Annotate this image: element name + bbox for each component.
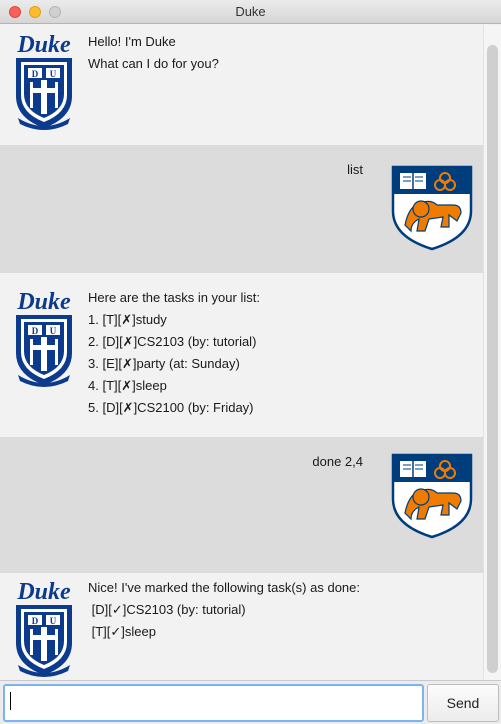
- task-item: 2. [D][✗]CS2103 (by: tutorial): [88, 334, 257, 349]
- user-message-row: list: [0, 145, 483, 273]
- svg-text:D: D: [32, 616, 39, 626]
- duke-logo-icon: Duke D U: [16, 289, 72, 387]
- chat-scrollbar[interactable]: [483, 25, 501, 680]
- input-bar: Send: [0, 680, 501, 724]
- task-item: 1. [T][✗]study: [88, 312, 167, 327]
- title-bar: Duke: [0, 0, 501, 24]
- user-message-row: done 2,4: [0, 437, 483, 573]
- svg-text:U: U: [50, 69, 57, 79]
- chat-pane[interactable]: Duke D U Hello! I'm Duke What can I do f…: [0, 25, 483, 680]
- duke-logo-icon: Duke D U: [16, 579, 72, 677]
- task-item: [T][✓]sleep: [88, 624, 156, 639]
- message-line: done 2,4: [312, 454, 363, 469]
- message-input[interactable]: [3, 684, 424, 722]
- duke-message-row: Duke D U Nice! I've marked the following…: [0, 573, 483, 680]
- duke-message-text: Here are the tasks in your list: 1. [T][…: [88, 287, 260, 419]
- duke-wordmark: Duke: [16, 289, 71, 315]
- message-line: Nice! I've marked the following task(s) …: [88, 580, 360, 595]
- task-item: 4. [T][✗]sleep: [88, 378, 167, 393]
- task-item: 3. [E][✗]party (at: Sunday): [88, 356, 240, 371]
- text-caret: [10, 692, 11, 710]
- scrollbar-thumb[interactable]: [487, 45, 498, 673]
- send-button[interactable]: Send: [427, 684, 499, 722]
- app-window: Duke Duke D U Hello! I'm Duke What can I…: [0, 0, 501, 724]
- user-message-text: list: [347, 159, 363, 181]
- duke-wordmark: Duke: [16, 32, 71, 58]
- duke-message-row: Duke D U Hello! I'm Duke What can I do f…: [0, 25, 483, 143]
- svg-text:U: U: [50, 616, 57, 626]
- svg-text:U: U: [50, 326, 57, 336]
- message-line: list: [347, 162, 363, 177]
- duke-message-row: Duke D U Here are the tasks in your list…: [0, 275, 483, 437]
- svg-text:D: D: [32, 326, 39, 336]
- duke-wordmark: Duke: [16, 579, 71, 605]
- message-line: Hello! I'm Duke: [88, 34, 176, 49]
- task-item: [D][✓]CS2103 (by: tutorial): [88, 602, 246, 617]
- message-line: Here are the tasks in your list:: [88, 290, 260, 305]
- duke-message-text: Hello! I'm Duke What can I do for you?: [88, 31, 219, 75]
- window-title: Duke: [235, 4, 266, 19]
- nus-crest-icon: [391, 453, 473, 539]
- duke-logo-icon: Duke D U: [16, 32, 72, 130]
- user-message-text: done 2,4: [312, 451, 363, 473]
- duke-message-text: Nice! I've marked the following task(s) …: [88, 577, 360, 643]
- message-line: What can I do for you?: [88, 56, 219, 71]
- svg-text:D: D: [32, 69, 39, 79]
- task-item: 5. [D][✗]CS2100 (by: Friday): [88, 400, 254, 415]
- nus-crest-icon: [391, 165, 473, 251]
